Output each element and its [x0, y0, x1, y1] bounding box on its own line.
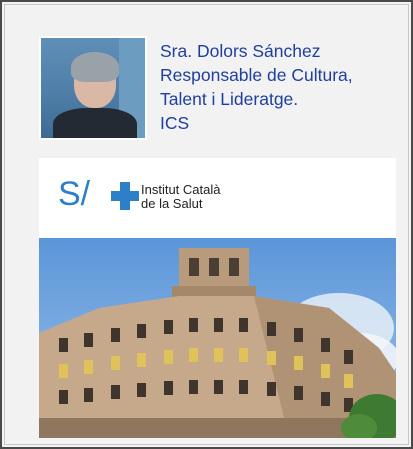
person-role-line2: Talent i Lideratge.	[160, 89, 299, 109]
person-role-line1: Responsable de Cultura,	[160, 65, 353, 85]
profile-text: Sra. Dolors Sánchez Responsable de Cultu…	[160, 39, 406, 135]
profile-card: Sra. Dolors Sánchez Responsable de Cultu…	[0, 0, 413, 449]
logo-wordmark: Institut Català de la Salut	[141, 183, 221, 211]
person-name: Sra. Dolors Sánchez	[160, 41, 321, 61]
logo-mark: S/	[58, 175, 91, 213]
building-illustration	[39, 238, 396, 438]
ics-logo: S/ Institut Català de la Salut	[39, 158, 396, 238]
avatar-hair	[71, 52, 119, 82]
person-organization: ICS	[160, 113, 190, 133]
avatar	[39, 36, 147, 140]
building-photo	[39, 238, 396, 438]
cross-icon	[111, 182, 139, 210]
logo-line1: Institut Català	[141, 182, 221, 197]
avatar-body	[53, 108, 137, 138]
logo-line2: de la Salut	[141, 196, 203, 211]
